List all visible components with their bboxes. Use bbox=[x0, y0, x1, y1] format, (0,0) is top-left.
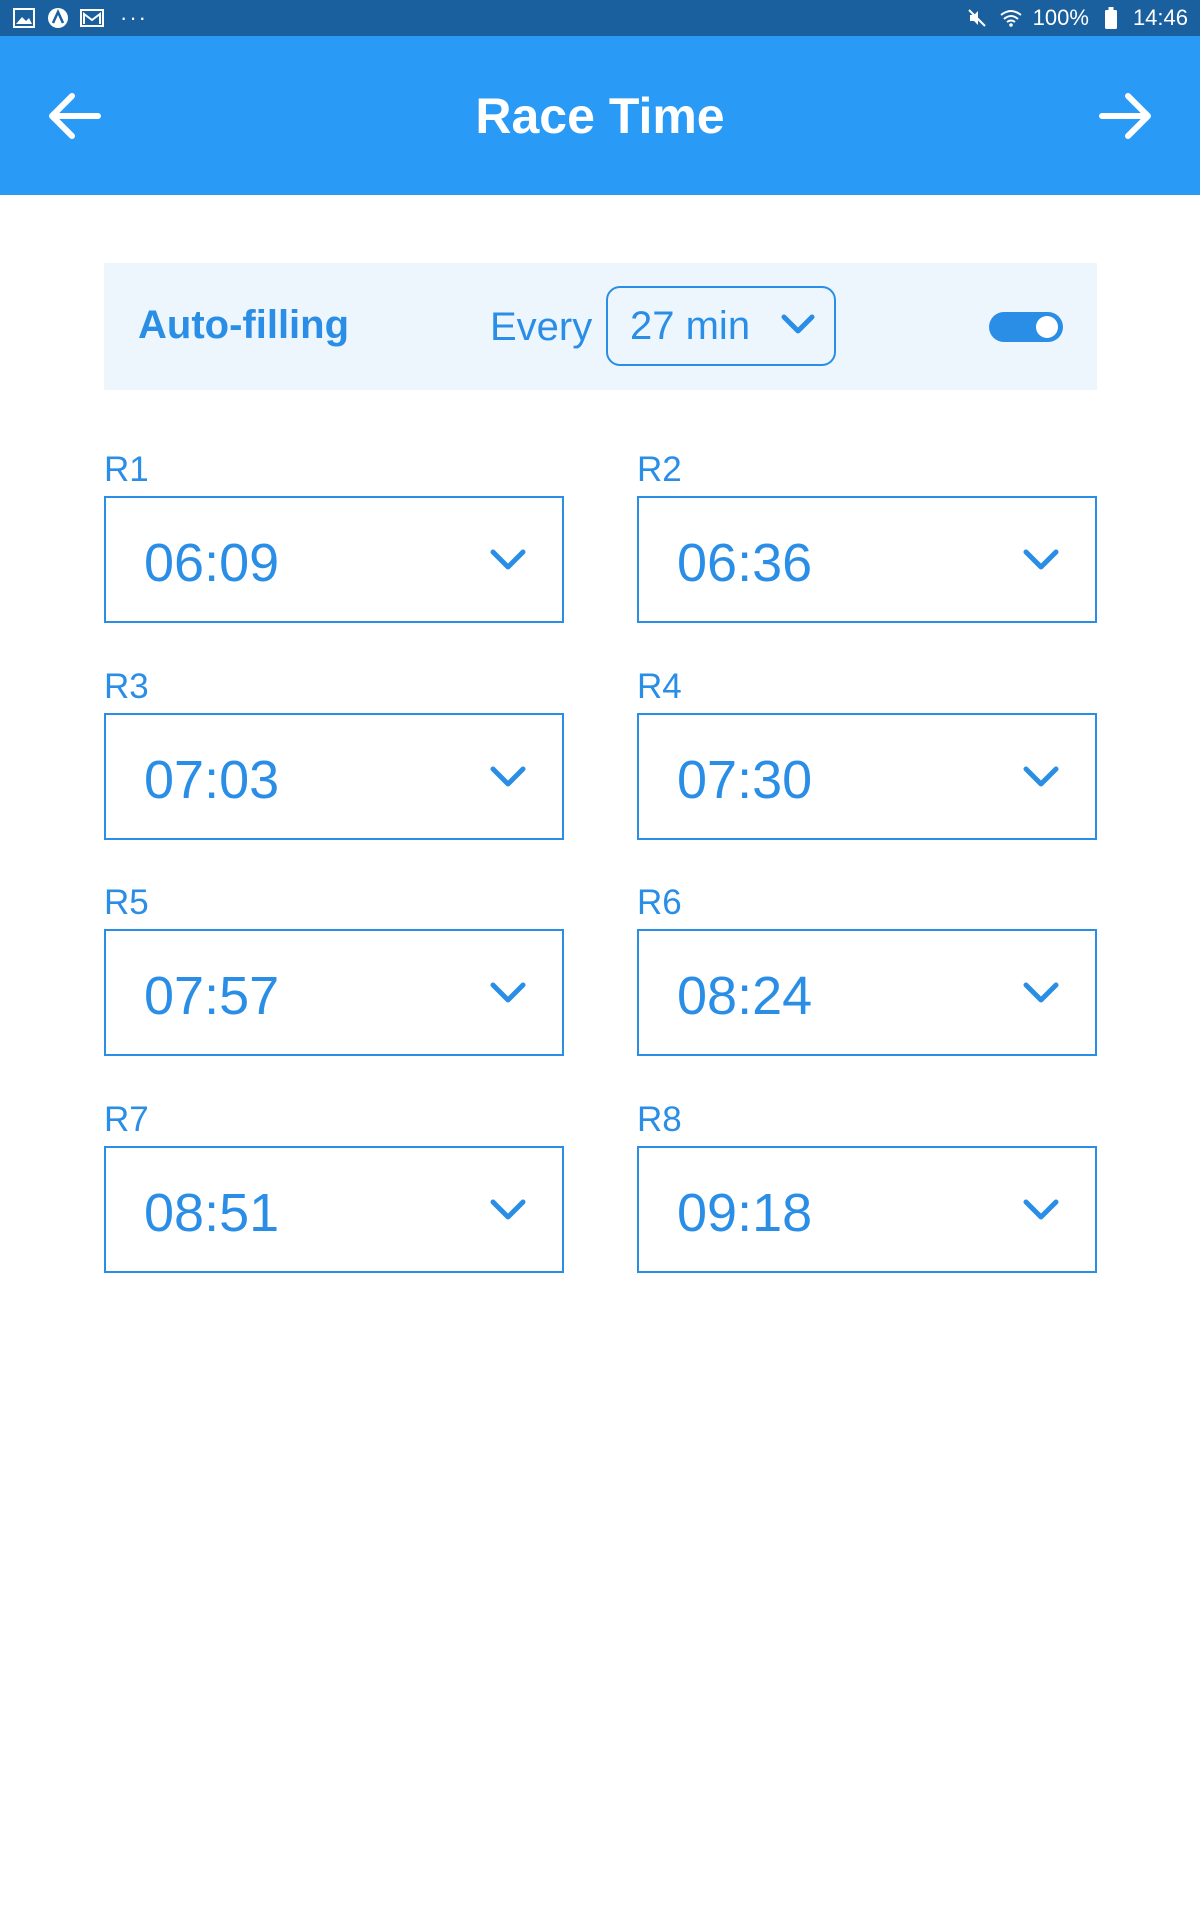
more-notifications-indicator: ··· bbox=[120, 5, 148, 30]
status-bar: ··· 100% 14:46 bbox=[0, 0, 1200, 36]
autofill-label: Auto-filling bbox=[138, 303, 350, 347]
mute-icon bbox=[965, 7, 989, 29]
race-label: R5 bbox=[104, 883, 149, 922]
status-time: 14:46 bbox=[1132, 5, 1188, 30]
chevron-down-icon bbox=[490, 982, 526, 1003]
race-label: R1 bbox=[104, 450, 149, 489]
race-time-value: 07:57 bbox=[144, 966, 280, 1026]
gallery-icon bbox=[12, 7, 36, 29]
toggle-knob bbox=[1036, 316, 1058, 338]
race-time-value: 08:51 bbox=[144, 1182, 280, 1243]
chevron-down-icon bbox=[490, 549, 526, 570]
battery-icon bbox=[1099, 7, 1123, 29]
race-time-value: 07:30 bbox=[677, 749, 813, 810]
race-label: R3 bbox=[104, 666, 149, 706]
race-time-select[interactable]: 07:03 bbox=[104, 712, 564, 840]
race-time-value: 09:18 bbox=[677, 1182, 813, 1243]
interval-value: 27 min bbox=[630, 303, 751, 348]
autofill-toggle[interactable] bbox=[989, 312, 1063, 342]
back-button[interactable] bbox=[34, 76, 114, 156]
status-right-icons: 100% 14:46 bbox=[965, 5, 1188, 31]
chevron-down-icon bbox=[1023, 766, 1059, 786]
status-left-icons: ··· bbox=[12, 5, 148, 31]
race-time-select[interactable]: 06:09 bbox=[104, 496, 564, 623]
race-time-select[interactable]: 06:36 bbox=[637, 496, 1097, 623]
chevron-down-icon bbox=[490, 1199, 526, 1219]
autofill-panel: Auto-filling Every 27 min bbox=[104, 263, 1097, 390]
app-bar: Race Time bbox=[0, 36, 1200, 195]
page-title: Race Time bbox=[475, 87, 725, 144]
interval-select[interactable]: 27 min bbox=[606, 286, 836, 366]
chevron-down-icon bbox=[1023, 549, 1059, 570]
app-notification-icon bbox=[46, 7, 70, 29]
wifi-icon bbox=[999, 7, 1023, 29]
race-label: R7 bbox=[104, 1099, 149, 1139]
race-time-value: 06:36 bbox=[677, 533, 813, 593]
race-label: R8 bbox=[637, 1099, 682, 1139]
arrow-left-icon bbox=[49, 92, 101, 139]
race-time-select[interactable]: 08:51 bbox=[104, 1145, 564, 1273]
race-time-value: 08:24 bbox=[677, 966, 813, 1026]
chevron-down-icon bbox=[1023, 982, 1059, 1003]
chevron-down-icon bbox=[490, 766, 526, 786]
chevron-down-icon bbox=[781, 314, 815, 334]
race-label: R2 bbox=[637, 450, 682, 489]
race-time-select[interactable]: 08:24 bbox=[637, 929, 1097, 1056]
race-time-select[interactable]: 07:30 bbox=[637, 712, 1097, 840]
race-time-value: 06:09 bbox=[144, 533, 280, 593]
battery-percent: 100% bbox=[1032, 5, 1089, 30]
race-label: R6 bbox=[637, 883, 682, 922]
chevron-down-icon bbox=[1023, 1199, 1059, 1219]
race-label: R4 bbox=[637, 666, 682, 706]
race-time-select[interactable]: 07:57 bbox=[104, 929, 564, 1056]
every-label: Every bbox=[490, 305, 593, 349]
race-time-select[interactable]: 09:18 bbox=[637, 1145, 1097, 1273]
forward-button[interactable] bbox=[1086, 76, 1166, 156]
mail-icon bbox=[80, 7, 104, 29]
race-time-value: 07:03 bbox=[144, 749, 280, 810]
arrow-right-icon bbox=[1099, 92, 1151, 139]
